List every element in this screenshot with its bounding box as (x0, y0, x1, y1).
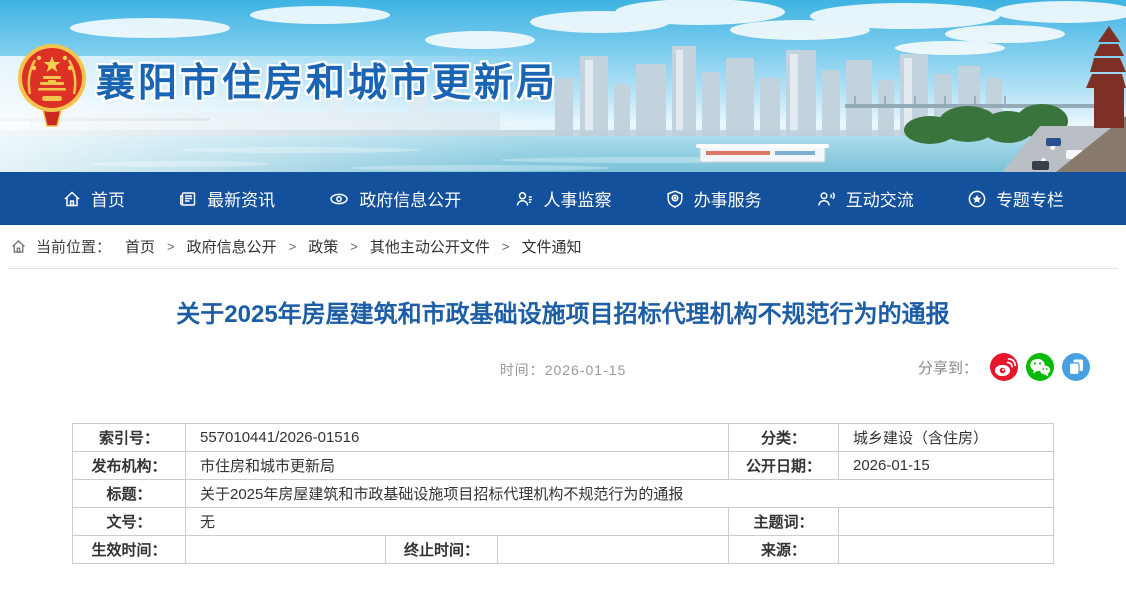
breadcrumb-separator: > (350, 239, 358, 254)
breadcrumb-link-gov-info[interactable]: 政府信息公开 (187, 236, 277, 257)
article-meta-bar: 时间：2026-01-15 分享到： (0, 353, 1126, 385)
breadcrumb-prefix: 当前位置： (36, 236, 111, 257)
person-icon (514, 189, 534, 209)
publisher-value: 市住房和城市更新局 (186, 452, 729, 480)
doc-no-label: 文号： (73, 508, 186, 536)
eye-icon (328, 189, 350, 209)
publisher-label: 发布机构： (73, 452, 186, 480)
nav-item-personnel[interactable]: 人事监察 (514, 186, 611, 211)
breadcrumb-separator: > (289, 239, 297, 254)
article-title: 关于2025年房屋建筑和市政基础设施项目招标代理机构不规范行为的通报 (63, 299, 1063, 331)
expiry-date-value (498, 536, 729, 564)
nav-label: 人事监察 (543, 186, 611, 211)
source-label: 来源： (729, 536, 839, 564)
publish-date-label: 公开日期： (729, 452, 839, 480)
time-value: 2026-01-15 (545, 362, 627, 378)
breadcrumb: 当前位置： 首页 > 政府信息公开 > 政策 > 其他主动公开文件 > 文件通知 (0, 225, 1126, 268)
breadcrumb-separator: > (502, 239, 510, 254)
keywords-value (839, 508, 1054, 536)
table-row: 文号： 无 主题词： (73, 508, 1054, 536)
table-row: 索引号： 557010441/2026-01516 分类： 城乡建设（含住房） (73, 424, 1054, 452)
table-row: 生效时间： 终止时间： 来源： (73, 536, 1054, 564)
breadcrumb-home-icon (10, 238, 27, 255)
nav-item-news[interactable]: 最新资讯 (178, 186, 275, 211)
doc-title-label: 标题： (73, 480, 186, 508)
publish-date-value: 2026-01-15 (839, 452, 1054, 480)
nav-item-home[interactable]: 首页 (62, 186, 125, 211)
breadcrumb-link-home[interactable]: 首页 (125, 236, 155, 257)
chat-icon (815, 189, 837, 209)
divider (8, 268, 1118, 269)
breadcrumb-separator: > (167, 239, 175, 254)
national-emblem (16, 38, 88, 134)
nav-item-gov-info[interactable]: 政府信息公开 (328, 186, 461, 211)
breadcrumb-link-other-docs[interactable]: 其他主动公开文件 (370, 236, 490, 257)
nav-label: 首页 (91, 186, 125, 211)
source-value (839, 536, 1054, 564)
news-icon (178, 189, 198, 209)
index-no-value: 557010441/2026-01516 (186, 424, 729, 452)
category-label: 分类： (729, 424, 839, 452)
effective-date-label: 生效时间： (73, 536, 186, 564)
nav-item-services[interactable]: 办事服务 (665, 186, 762, 211)
share-label: 分享到： (918, 357, 978, 378)
copy-share-icon[interactable] (1062, 353, 1090, 381)
wechat-share-icon[interactable] (1026, 353, 1054, 381)
nav-label: 互动交流 (846, 186, 914, 211)
time-label: 时间： (500, 362, 545, 378)
share-group: 分享到： (918, 353, 1090, 381)
keywords-label: 主题词： (729, 508, 839, 536)
nav-label: 政府信息公开 (359, 186, 461, 211)
doc-no-value: 无 (186, 508, 729, 536)
table-row: 发布机构： 市住房和城市更新局 公开日期： 2026-01-15 (73, 452, 1054, 480)
header-banner: 襄阳市住房和城市更新局 (0, 0, 1126, 172)
category-value: 城乡建设（含住房） (839, 424, 1054, 452)
star-icon (967, 189, 987, 209)
nav-label: 办事服务 (694, 186, 762, 211)
document-meta-table: 索引号： 557010441/2026-01516 分类： 城乡建设（含住房） … (72, 423, 1054, 564)
main-nav: 首页 最新资讯 政府信息公开 人事监察 办事服务 互动交流 (0, 172, 1126, 225)
index-no-label: 索引号： (73, 424, 186, 452)
pagoda-silhouette (1086, 26, 1126, 128)
home-icon (62, 189, 82, 209)
breadcrumb-link-notices[interactable]: 文件通知 (521, 236, 581, 257)
table-row: 标题： 关于2025年房屋建筑和市政基础设施项目招标代理机构不规范行为的通报 (73, 480, 1054, 508)
shield-icon (665, 189, 685, 209)
site-title: 襄阳市住房和城市更新局 (96, 52, 558, 108)
nav-item-interaction[interactable]: 互动交流 (815, 186, 914, 211)
weibo-share-icon[interactable] (990, 353, 1018, 381)
expiry-date-label: 终止时间： (386, 536, 498, 564)
effective-date-value (186, 536, 386, 564)
nav-item-topics[interactable]: 专题专栏 (967, 186, 1064, 211)
nav-label: 最新资讯 (207, 186, 275, 211)
doc-title-value: 关于2025年房屋建筑和市政基础设施项目招标代理机构不规范行为的通报 (186, 480, 1054, 508)
breadcrumb-link-policy[interactable]: 政策 (308, 236, 338, 257)
nav-label: 专题专栏 (996, 186, 1064, 211)
